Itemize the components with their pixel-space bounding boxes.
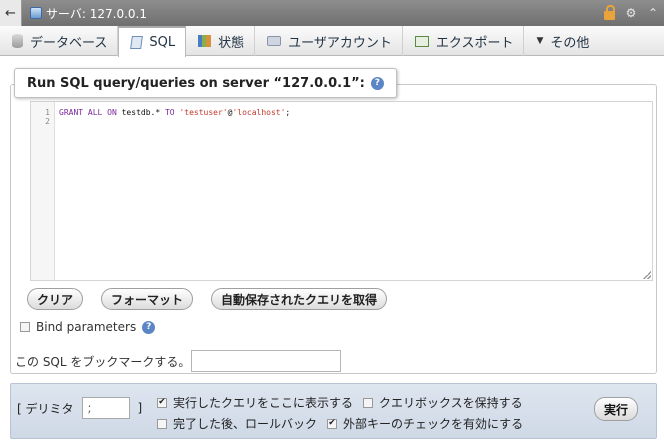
delimiter-bracket: ] — [137, 401, 143, 415]
tab-label: その他 — [550, 35, 590, 51]
export-icon — [414, 35, 429, 47]
query-options-footer: [ デリミタ ; ] ✔ 実行したクエリをここに表示する クエリボックスを保持す… — [10, 383, 657, 439]
tab-export[interactable]: エクスポート — [403, 26, 525, 56]
line-number: 1 — [45, 108, 50, 117]
topbar-controls: ⚙ ⌃ — [602, 0, 660, 26]
server-breadcrumb-bar: ← サーバ: 127.0.0.1 ⚙ ⌃ — [0, 0, 664, 26]
show-query-option[interactable]: ✔ 実行したクエリをここに表示する — [157, 394, 353, 411]
sql-keyword: TO — [164, 108, 175, 117]
sql-query-editor[interactable]: 1 2 GRANT ALL ON testdb.* TO 'testuser'@… — [30, 101, 653, 281]
rollback-checkbox[interactable] — [157, 418, 167, 429]
line-number-gutter: 1 2 — [31, 102, 55, 280]
editor-button-row: クリア フォーマット 自動保存されたクエリを取得 — [27, 288, 388, 310]
rollback-option[interactable]: 完了した後、ロールバック — [157, 415, 317, 432]
sql-string: 'testuser' — [179, 108, 228, 117]
lock-icon[interactable] — [602, 4, 616, 20]
delimiter-input[interactable]: ; — [81, 397, 130, 419]
collapse-icon[interactable]: ⌃ — [646, 6, 660, 20]
tab-databases[interactable]: データベース — [0, 26, 119, 56]
option-label: 完了した後、ロールバック — [173, 417, 318, 431]
option-label: 実行したクエリをここに表示する — [173, 396, 354, 410]
bookmark-input[interactable] — [191, 350, 341, 372]
keep-query-box-checkbox[interactable] — [363, 397, 374, 408]
server-title[interactable]: サーバ: 127.0.0.1 — [46, 5, 147, 22]
back-arrow-icon[interactable]: ← — [0, 0, 22, 26]
query-options: ✔ 実行したクエリをここに表示する クエリボックスを保持する 完了した後、ロール… — [157, 392, 523, 434]
option-label: クエリボックスを保持する — [379, 396, 523, 410]
run-button[interactable]: 実行 — [593, 397, 638, 421]
option-label: 外部キーのチェックを有効にする — [343, 417, 524, 431]
delimiter-group: [ デリミタ ; ] — [17, 397, 142, 419]
clear-button[interactable]: クリア — [27, 288, 84, 310]
line-number: 2 — [45, 117, 50, 126]
bind-parameters-label[interactable]: Bind parameters — [36, 320, 136, 334]
tab-label: エクスポート — [435, 35, 514, 51]
bookmark-row: この SQL をブックマークする。 — [15, 350, 341, 372]
sql-code[interactable]: GRANT ALL ON testdb.* TO 'testuser'@'loc… — [55, 102, 294, 280]
sql-icon — [130, 36, 144, 49]
keep-query-box-option[interactable]: クエリボックスを保持する — [363, 394, 523, 411]
bind-parameters-checkbox[interactable] — [20, 322, 30, 332]
server-icon — [30, 7, 42, 19]
sql-query-heading: Run SQL query/queries on server “127.0.0… — [14, 68, 397, 98]
bind-parameters-row: Bind parameters ? — [20, 320, 156, 334]
database-icon — [12, 34, 23, 48]
tab-label: データベース — [30, 35, 108, 51]
status-icon — [198, 35, 212, 47]
tab-label: 状態 — [218, 35, 245, 51]
tab-status[interactable]: 状態 — [186, 26, 256, 56]
foreign-key-checks-option[interactable]: ✔ 外部キーのチェックを有効にする — [327, 415, 523, 432]
help-icon[interactable]: ? — [142, 320, 156, 334]
gear-icon[interactable]: ⚙ — [624, 6, 638, 20]
get-autosaved-query-button[interactable]: 自動保存されたクエリを取得 — [211, 288, 388, 310]
sql-text: testdb.* — [116, 108, 165, 117]
sql-string: 'localhost' — [232, 108, 286, 117]
format-button[interactable]: フォーマット — [101, 288, 194, 310]
resize-handle[interactable] — [643, 271, 651, 279]
help-icon[interactable]: ? — [370, 76, 384, 90]
tab-user-accounts[interactable]: ユーザアカウント — [255, 26, 403, 56]
tab-label: ユーザアカウント — [288, 35, 392, 51]
bookmark-label: この SQL をブックマークする。 — [15, 354, 191, 369]
tab-more[interactable]: ▼ その他 — [524, 26, 599, 56]
heading-text: Run SQL query/queries on server “127.0.0… — [27, 75, 365, 91]
tab-sql[interactable]: SQL — [118, 26, 187, 57]
tab-label: SQL — [149, 35, 176, 50]
main-tabs: データベース SQL 状態 ユーザアカウント エクスポート ▼ その他 — [0, 26, 664, 57]
user-accounts-icon — [267, 36, 282, 46]
chevron-down-icon: ▼ — [536, 36, 544, 46]
foreign-key-checks-checkbox[interactable]: ✔ — [327, 418, 338, 429]
delimiter-label: [ デリミタ — [17, 401, 74, 416]
show-query-checkbox[interactable]: ✔ — [157, 397, 167, 408]
sql-keyword: GRANT ALL ON — [59, 108, 117, 117]
sql-text: ; — [285, 108, 291, 117]
